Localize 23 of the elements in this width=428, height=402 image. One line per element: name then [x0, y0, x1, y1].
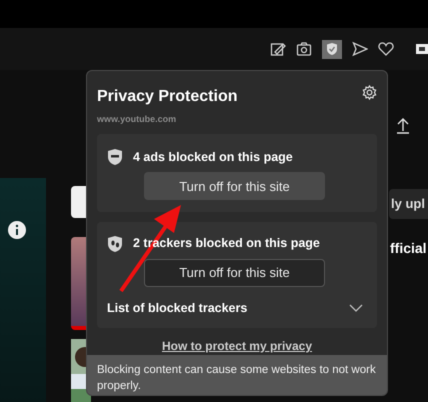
heart-icon[interactable]: [378, 41, 394, 57]
send-icon[interactable]: [352, 41, 368, 57]
blocked-count: 4 ads blocked on this page: [133, 148, 293, 166]
privacy-link[interactable]: How to protect my privacy: [162, 336, 312, 355]
shield-footprints-icon: [107, 234, 123, 253]
settings-icon[interactable]: [362, 85, 377, 100]
shield-button[interactable]: [322, 40, 342, 58]
chevron-icon: [349, 304, 363, 313]
trackers-list-toggle[interactable]: List of blocked trackers: [107, 299, 367, 318]
filter-chip[interactable]: ly upl: [389, 189, 428, 219]
popup-title: Privacy Protection: [97, 87, 238, 107]
warning-note: Blocking content can cause some websites to not work properly.: [87, 354, 387, 395]
turn-off-button[interactable]: Turn off for this site: [144, 259, 325, 287]
shield-minus-icon: [107, 148, 123, 166]
extension-icon[interactable]: [416, 41, 428, 57]
shield-check-icon: [326, 42, 338, 56]
edit-icon[interactable]: [270, 41, 286, 57]
camera-icon[interactable]: [296, 41, 312, 57]
site-domain: www.youtube.com: [96, 113, 178, 126]
turn-off-button[interactable]: Turn off for this site: [144, 172, 325, 200]
upload-icon[interactable]: [396, 117, 410, 134]
video-title[interactable]: fficial: [390, 238, 427, 259]
info-icon[interactable]: [8, 221, 26, 239]
